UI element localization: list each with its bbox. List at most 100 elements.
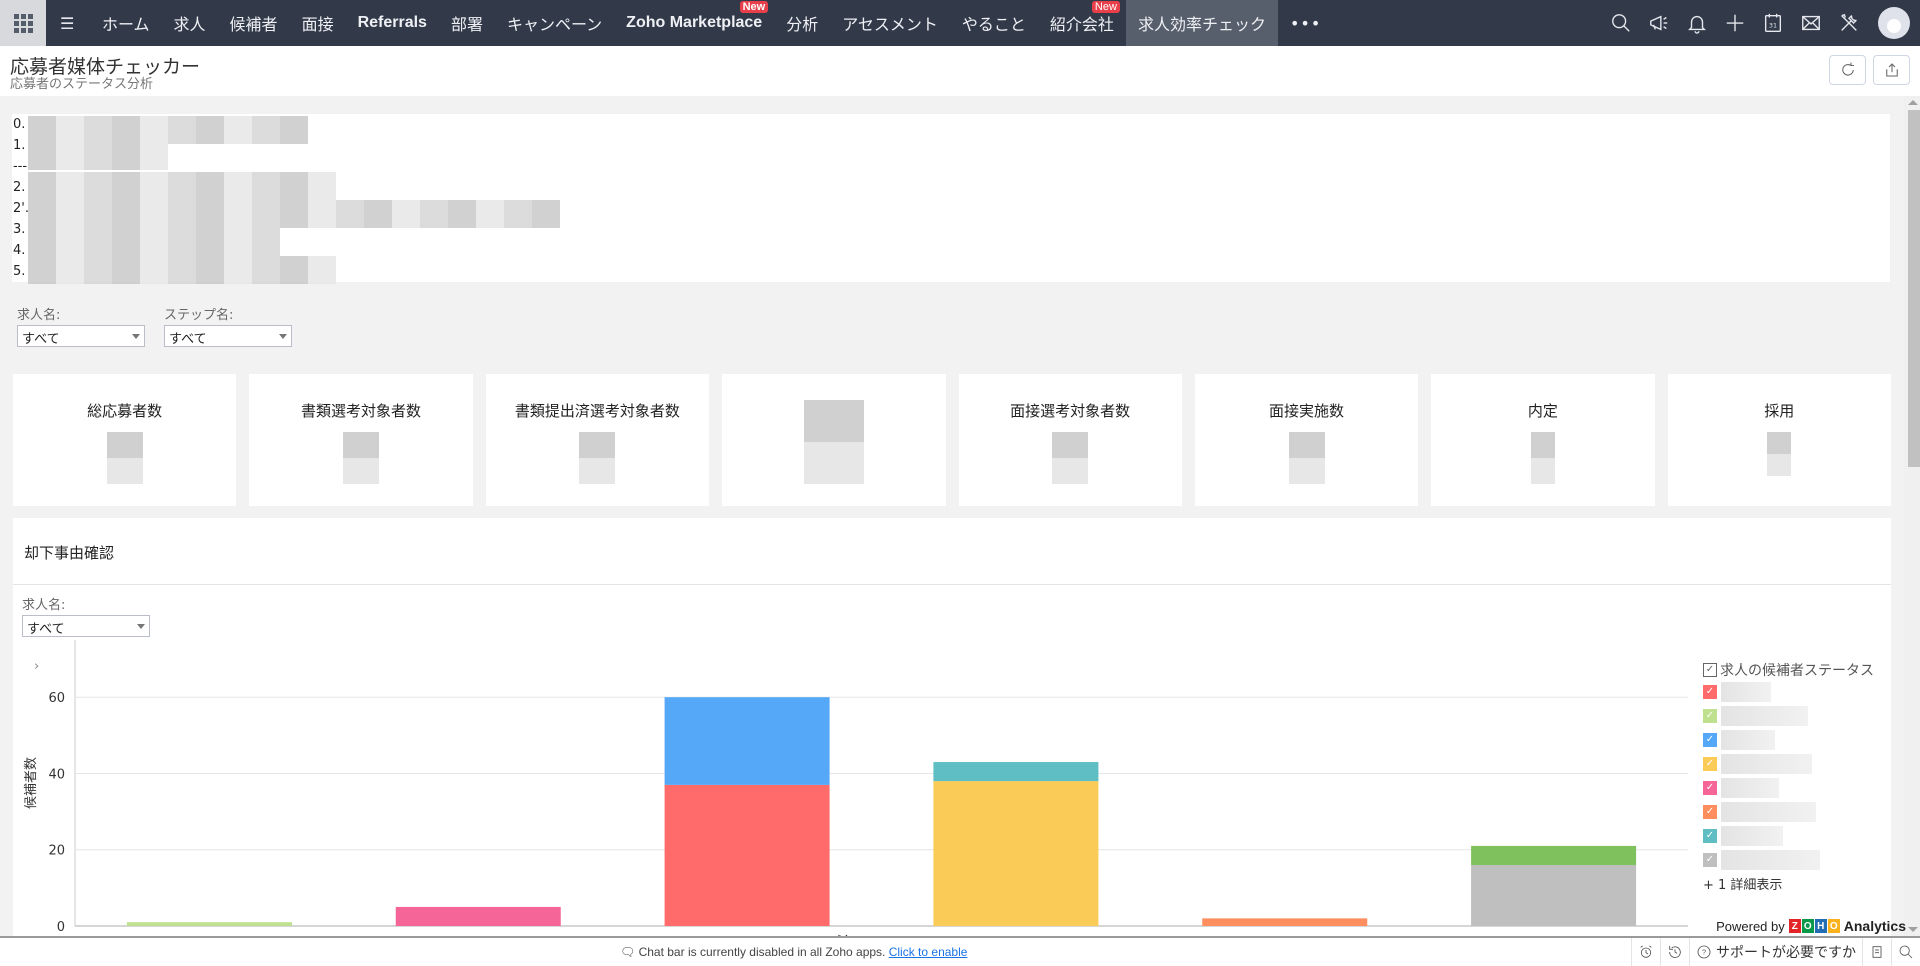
checkbox-icon[interactable]: ✓ (1703, 663, 1717, 677)
step-filter-select[interactable]: すべて (164, 325, 292, 347)
nav-item[interactable]: 候補者 (218, 0, 290, 46)
legend-header[interactable]: ✓ 求人の候補者ステータス (1703, 660, 1883, 680)
kpi-card-total-applicants[interactable]: 総応募者数 (13, 374, 237, 506)
bell-icon[interactable] (1678, 0, 1716, 46)
nav-item[interactable]: やること (950, 0, 1038, 46)
export-button[interactable] (1873, 55, 1910, 85)
grid-icon (13, 13, 33, 33)
nav-item[interactable]: ホーム (90, 0, 162, 46)
legend-item[interactable]: ✓ (1703, 848, 1883, 872)
kpi-card-hires[interactable]: 採用 (1667, 374, 1891, 506)
nav-item[interactable]: 求人効率チェック (1125, 0, 1278, 46)
legend-item[interactable]: ✓ (1703, 704, 1883, 728)
new-badge: New (739, 1, 769, 13)
redacted-text (28, 200, 560, 228)
enable-chat-link[interactable]: Click to enable (889, 945, 968, 959)
app-switcher-button[interactable] (0, 0, 46, 46)
kpi-card-redacted[interactable] (722, 374, 946, 506)
legend-checkbox[interactable]: ✓ (1703, 781, 1717, 795)
kpi-value-redacted (1288, 432, 1325, 484)
scrollbar-thumb[interactable] (1908, 110, 1920, 467)
help-icon: ? (1697, 945, 1711, 959)
step-filter-label: ステップ名: (164, 308, 234, 323)
nav-item[interactable]: 面接 (290, 0, 346, 46)
step-filter: ステップ名: すべて (164, 304, 292, 347)
legend-label-redacted (1721, 802, 1816, 822)
page-header: 応募者媒体チェッカー 応募者のステータス分析 (0, 46, 1920, 96)
history-button[interactable] (1660, 938, 1689, 966)
kpi-value-redacted (1052, 432, 1089, 484)
page-scrollbar[interactable] (1904, 96, 1920, 936)
alarm-button[interactable] (1631, 938, 1660, 966)
scroll-up-arrow[interactable] (1908, 100, 1918, 105)
kpi-label: 書類選考対象者数 (301, 402, 422, 420)
notepad-icon (1872, 946, 1882, 958)
nav-item[interactable]: Referrals (346, 0, 439, 46)
kpi-cards: 総応募者数 書類選考対象者数 書類提出済選考対象者数 面接選考対象者数 面接実施… (13, 374, 1891, 506)
kpi-label: 内定 (1527, 402, 1558, 420)
nav-item-label: ホーム (102, 15, 150, 34)
kpi-value-redacted (1767, 432, 1792, 476)
notes-button[interactable] (1862, 938, 1891, 966)
kpi-card-documents-submitted[interactable]: 書類提出済選考対象者数 (485, 374, 710, 506)
kpi-card-offers[interactable]: 内定 (1431, 374, 1655, 506)
more-nav-button[interactable]: ••• (1278, 0, 1333, 46)
history-icon (1669, 946, 1681, 958)
legend-item[interactable]: ✓ (1703, 776, 1883, 800)
menu-icon[interactable]: ☰ (60, 14, 82, 33)
legend-label-redacted (1721, 730, 1775, 750)
nav-item[interactable]: キャンペーン (495, 0, 614, 46)
legend-more-link[interactable]: + 1 詳細表示 (1703, 874, 1883, 893)
job-filter-select[interactable]: すべて (17, 325, 145, 347)
kpi-card-document-screening[interactable]: 書類選考対象者数 (249, 374, 473, 506)
nav-item[interactable]: 紹介会社 New (1038, 0, 1126, 46)
legend-checkbox[interactable]: ✓ (1703, 709, 1717, 723)
scroll-down-arrow[interactable] (1908, 927, 1918, 932)
legend-checkbox[interactable]: ✓ (1703, 829, 1717, 843)
step-filter-value: すべて (169, 332, 207, 347)
nav-item-label: 候補者 (229, 15, 278, 34)
kpi-card-interviews-held[interactable]: 面接実施数 (1194, 374, 1419, 506)
legend-checkbox[interactable]: ✓ (1703, 853, 1717, 867)
nav-item-label: Referrals (357, 14, 427, 31)
nav-item[interactable]: 求人 (162, 0, 218, 46)
legend-item[interactable]: ✓ (1703, 824, 1883, 848)
rejection-reason-panel: 却下事由確認 求人名: すべて 0204060候補者数›ステップ名 ✓ 求人の候… (13, 518, 1891, 936)
legend-checkbox[interactable]: ✓ (1703, 685, 1717, 699)
mail-icon[interactable] (1792, 0, 1830, 46)
nav-item[interactable]: Zoho Marketplace New (614, 0, 774, 46)
bar-segment (1471, 845, 1637, 865)
nav-item[interactable]: 部署 (439, 0, 495, 46)
kpi-label: 書類提出済選考対象者数 (514, 402, 680, 420)
legend-item[interactable]: ✓ (1703, 800, 1883, 824)
top-actions: 31 (1602, 0, 1910, 46)
legend-checkbox[interactable]: ✓ (1703, 733, 1717, 747)
nav-item[interactable]: 分析 (774, 0, 830, 46)
kpi-card-interview-screening[interactable]: 面接選考対象者数 (958, 374, 1182, 506)
bar-segment (664, 784, 830, 926)
search-icon[interactable] (1602, 0, 1640, 46)
nav-item-label: アセスメント (842, 15, 938, 34)
plus-icon[interactable] (1716, 0, 1754, 46)
kpi-value-redacted (106, 432, 143, 484)
legend-item[interactable]: ✓ (1703, 752, 1883, 776)
nav-item-label: 求人 (173, 15, 206, 34)
tools-icon[interactable] (1830, 0, 1868, 46)
calendar-icon[interactable]: 31 (1754, 0, 1792, 46)
kpi-value-redacted (1530, 432, 1555, 484)
footer-search-button[interactable] (1891, 938, 1920, 966)
note-line: 1. (13, 138, 26, 153)
nav-item[interactable]: アセスメント (830, 0, 950, 46)
user-avatar[interactable] (1878, 7, 1910, 39)
chat-status-text: Chat bar is currently disabled in all Zo… (638, 945, 886, 959)
legend-item[interactable]: ✓ (1703, 728, 1883, 752)
refresh-button[interactable] (1829, 55, 1866, 85)
legend-item[interactable]: ✓ (1703, 680, 1883, 704)
footer-actions: ? サポートが必要ですか (1631, 938, 1920, 966)
legend-checkbox[interactable]: ✓ (1703, 757, 1717, 771)
share-icon (1885, 63, 1898, 77)
support-button[interactable]: ? サポートが必要ですか (1689, 938, 1862, 966)
legend-checkbox[interactable]: ✓ (1703, 805, 1717, 819)
announcement-icon[interactable] (1640, 0, 1678, 46)
chevron-down-icon (279, 334, 287, 339)
